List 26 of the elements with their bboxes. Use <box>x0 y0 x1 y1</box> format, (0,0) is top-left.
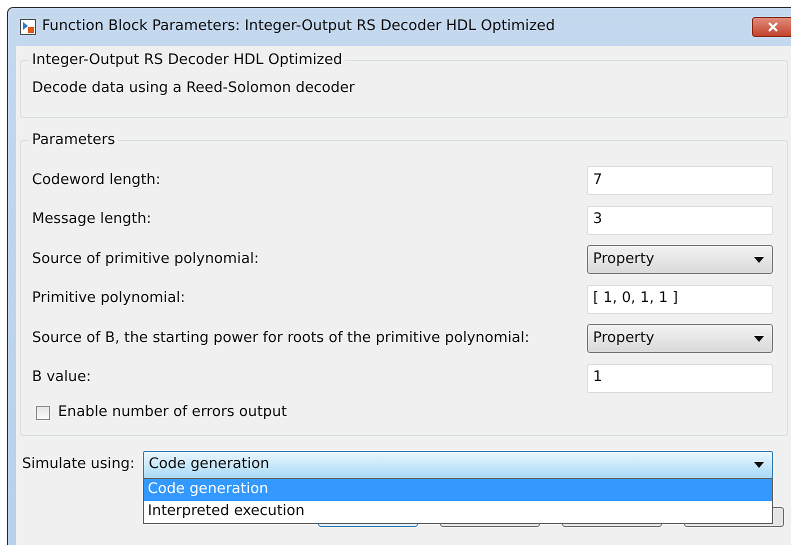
caret-icon <box>754 462 764 468</box>
caret-icon <box>754 336 764 342</box>
parameter-label: Primitive polynomial: <box>32 289 186 308</box>
checkbox-label: Enable number of errors output <box>58 403 287 422</box>
dropdown[interactable]: Property <box>587 324 773 354</box>
parameter-label: B value: <box>32 368 92 388</box>
dropdown[interactable]: Property <box>587 245 773 274</box>
parameter-label: Source of B, the starting power for roots of the primitive polynomial: <box>32 328 530 348</box>
close-button[interactable] <box>752 17 791 37</box>
window-title: Function Block Parameters: Integer-Output RS Decoder HDL Optimized <box>42 17 556 36</box>
description-text: Decode data using a Reed-Solomon decoder <box>32 80 355 96</box>
input-field[interactable]: [ 1, 0, 1, 1 ] <box>587 284 773 314</box>
input-field[interactable]: 1 <box>587 364 773 393</box>
caret-icon <box>754 256 764 263</box>
parameter-label: Codeword length: <box>32 170 160 190</box>
dropdown-value: Property <box>593 250 654 269</box>
dropdown-value: Property <box>593 328 654 348</box>
simulate-label: Simulate using: <box>22 455 135 474</box>
dropdown-value: Code generation <box>148 455 270 474</box>
input-field[interactable]: 3 <box>587 206 773 235</box>
parameter-label: Source of primitive polynomial: <box>32 250 259 269</box>
block-icon <box>20 19 36 35</box>
checkbox[interactable] <box>36 406 50 420</box>
parameter-label: Message length: <box>32 210 152 230</box>
close-icon <box>768 22 778 32</box>
input-field[interactable]: 7 <box>587 166 773 196</box>
